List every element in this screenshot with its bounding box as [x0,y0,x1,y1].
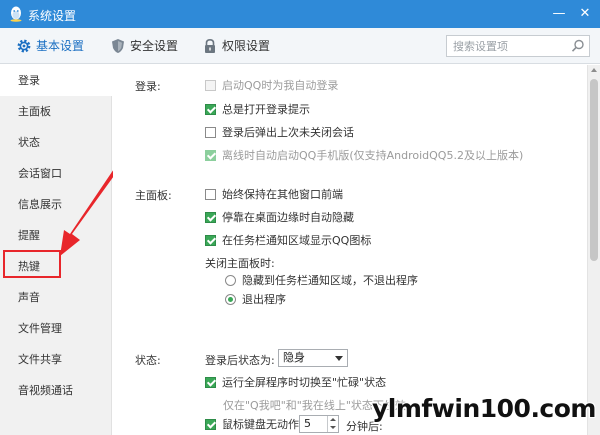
sidebar-item-file-share[interactable]: 文件共享 [0,344,112,375]
scroll-up-arrow-icon[interactable] [591,68,597,72]
option-hide-to-tray[interactable]: 隐藏到任务栏通知区域，不退出程序 [225,273,418,289]
tab-label: 基本设置 [36,39,85,53]
title-bar: 系统设置 — ✕ [0,0,600,28]
checkbox[interactable] [205,419,216,430]
stepper-up-button[interactable] [327,416,338,424]
option-tray-icon[interactable]: 在任务栏通知区域显示QQ图标 [205,233,371,249]
tab-label: 权限设置 [222,39,271,53]
option-auto-hide[interactable]: 停靠在桌面边缘时自动隐藏 [205,210,354,226]
option-login-tips[interactable]: 总是打开登录提示 [205,102,310,118]
login-section-label: 登录: [135,80,161,93]
main-panel-section-label: 主面板: [135,189,172,202]
option-always-on-top[interactable]: 始终保持在其他窗口前端 [205,187,343,203]
radio-button[interactable] [225,275,236,286]
option-fullscreen-busy[interactable]: 运行全屏程序时切换至"忙碌"状态 [205,375,386,391]
checkbox[interactable] [205,235,216,246]
sidebar-item-chat-window[interactable]: 会话窗口 [0,158,112,189]
scrollbar-thumb[interactable] [590,79,598,261]
tab-basic-settings[interactable]: 基本设置 [16,28,84,64]
search-box [446,35,590,57]
hotkey-highlight-box [3,250,61,278]
sidebar-item-info-display[interactable]: 信息展示 [0,189,112,220]
sidebar-item-av-call[interactable]: 音视频通话 [0,375,112,406]
tab-label: 安全设置 [130,39,179,53]
minimize-button[interactable]: — [548,4,570,24]
tab-permission-settings[interactable]: 权限设置 [202,28,270,64]
option-idle-away[interactable]: 鼠标键盘无动作 [205,417,299,433]
option-offline-mobile[interactable]: 离线时自动启动QQ手机版(仅支持AndroidQQ5.2及以上版本) [205,148,523,164]
lock-icon [205,38,215,53]
sidebar-item-main-panel[interactable]: 主面板 [0,96,112,127]
stepper-down-button[interactable] [327,424,338,432]
settings-content: 登录: 启动QQ时为我自动登录 总是打开登录提示 登录后弹出上次未关闭会话 离线… [113,65,587,435]
search-icon[interactable] [571,39,585,53]
shield-icon [112,39,124,53]
checkbox[interactable] [205,212,216,223]
sidebar-item-login[interactable]: 登录 [0,65,112,96]
checkbox[interactable] [205,80,216,91]
close-button[interactable]: ✕ [574,4,596,24]
checkbox[interactable] [205,127,216,138]
option-exit-program[interactable]: 退出程序 [225,292,286,308]
settings-tab-bar: 基本设置 安全设置 权限设置 [0,28,600,64]
search-input[interactable] [447,36,565,56]
checkbox[interactable] [205,150,216,161]
qq-penguin-icon [10,6,22,22]
idle-minutes-stepper[interactable]: 5 [299,415,339,433]
window-title: 系统设置 [28,9,77,23]
sidebar-item-file-manage[interactable]: 文件管理 [0,313,112,344]
checkbox[interactable] [205,104,216,115]
tab-security-settings[interactable]: 安全设置 [110,28,178,64]
sidebar-item-sound[interactable]: 声音 [0,282,112,313]
after-login-status-label: 登录后状态为: [205,354,275,367]
status-section-label: 状态: [135,354,161,367]
sidebar-item-reminder[interactable]: 提醒 [0,220,112,251]
sidebar-item-status[interactable]: 状态 [0,127,112,158]
chevron-down-icon [335,356,343,361]
option-restore-sessions[interactable]: 登录后弹出上次未关闭会话 [205,125,354,141]
option-auto-login[interactable]: 启动QQ时为我自动登录 [205,78,338,94]
site-watermark: ylmfwin100.com [372,394,596,423]
radio-button[interactable] [225,294,236,305]
checkbox[interactable] [205,189,216,200]
checkbox[interactable] [205,377,216,388]
gear-icon [17,39,31,53]
close-panel-label: 关闭主面板时: [205,257,275,270]
content-scrollbar[interactable] [587,65,600,435]
login-status-select[interactable]: 隐身 [278,349,348,367]
